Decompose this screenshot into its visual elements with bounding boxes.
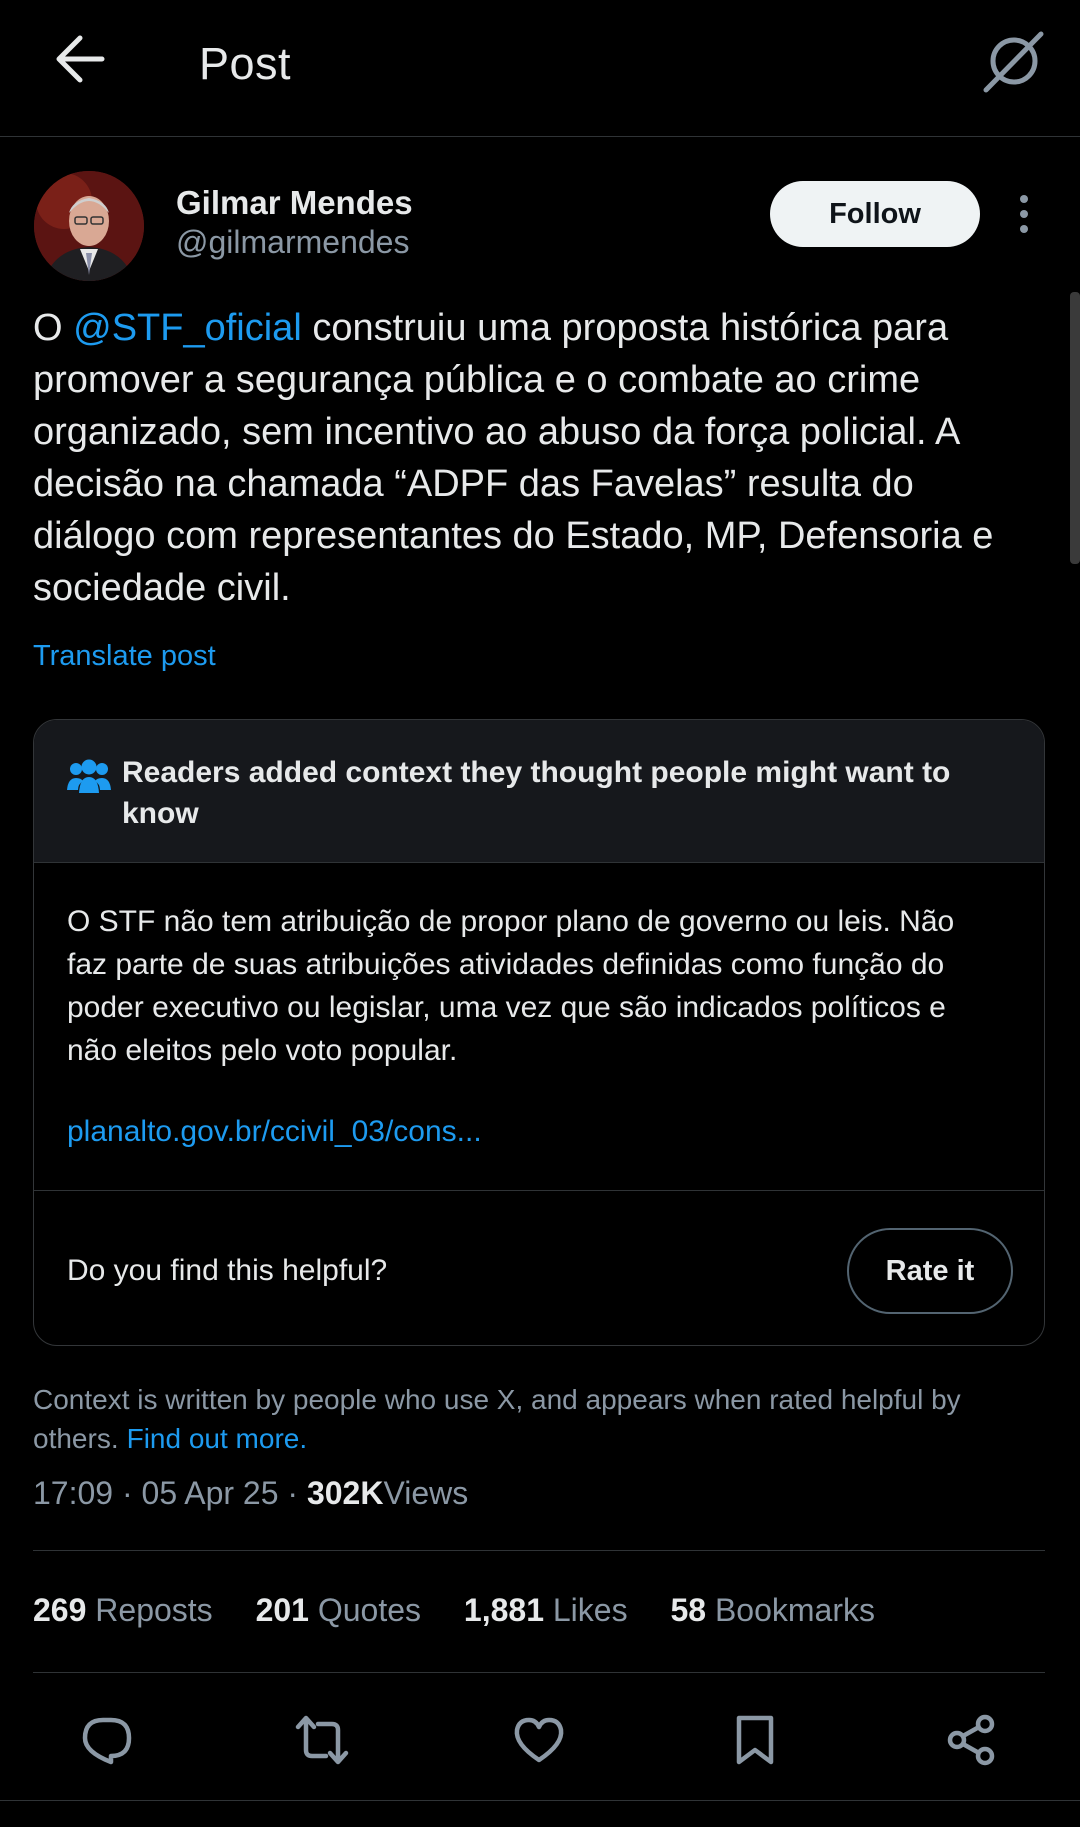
- bookmarks-label: Bookmarks: [714, 1592, 875, 1628]
- likes-stat[interactable]: 1,881 Likes: [464, 1592, 628, 1628]
- reposts-count: 269: [33, 1592, 87, 1628]
- bookmarks-count: 58: [670, 1592, 707, 1628]
- find-out-more-link[interactable]: Find out more.: [127, 1423, 308, 1454]
- post-text-rest: construiu uma proposta histórica para pr…: [33, 307, 994, 609]
- context-disclaimer: Context is written by people who use X, …: [33, 1380, 1043, 1458]
- reposts-stat[interactable]: 269 Reposts: [33, 1592, 213, 1628]
- bookmark-icon[interactable]: [725, 1710, 785, 1770]
- divider: [33, 1672, 1045, 1673]
- reposts-label: Reposts: [95, 1592, 213, 1628]
- divider: [0, 1800, 1080, 1801]
- author-name[interactable]: Gilmar Mendes: [176, 184, 413, 222]
- separator: ·: [121, 1475, 133, 1511]
- rate-it-button[interactable]: Rate it: [847, 1228, 1013, 1314]
- helpful-question: Do you find this helpful?: [67, 1254, 388, 1287]
- post-meta: 17:09 · 05 Apr 25 · 302KViews: [33, 1475, 468, 1512]
- scrollbar[interactable]: [1070, 292, 1080, 564]
- arrow-left-icon[interactable]: [50, 30, 108, 88]
- like-icon[interactable]: [509, 1710, 569, 1770]
- note-title: Readers added context they thought peopl…: [122, 756, 951, 830]
- post-text: O @STF_oficial construiu uma proposta hi…: [33, 302, 1043, 614]
- grok-icon[interactable]: [983, 28, 1045, 94]
- top-bar: [0, 0, 1080, 137]
- quotes-label: Quotes: [317, 1592, 422, 1628]
- translate-post-link[interactable]: Translate post: [33, 640, 216, 673]
- views-label: Views: [383, 1475, 469, 1511]
- page-title: Post: [199, 38, 292, 89]
- post-date: 05 Apr 25: [141, 1475, 279, 1511]
- follow-button[interactable]: Follow: [770, 181, 980, 247]
- note-source-link[interactable]: planalto.gov.br/ccivil_03/cons...: [67, 1115, 482, 1149]
- avatar[interactable]: [34, 171, 144, 281]
- quotes-count: 201: [255, 1592, 309, 1628]
- quotes-stat[interactable]: 201 Quotes: [256, 1592, 421, 1628]
- more-options-icon[interactable]: [1012, 193, 1036, 235]
- reply-icon[interactable]: [77, 1710, 137, 1770]
- engagement-stats: 269 Reposts 201 Quotes 1,881 Likes 58 Bo…: [33, 1592, 909, 1629]
- likes-count: 1,881: [463, 1592, 544, 1628]
- views-count: 302K: [306, 1475, 384, 1511]
- divider: [33, 1550, 1045, 1551]
- divider: [34, 1190, 1044, 1191]
- author-handle[interactable]: @gilmarmendes: [176, 224, 409, 261]
- post-time: 17:09: [33, 1475, 114, 1511]
- likes-label: Likes: [552, 1592, 628, 1628]
- share-icon[interactable]: [941, 1710, 1001, 1770]
- post-text-start: O: [33, 307, 74, 349]
- separator: ·: [287, 1475, 299, 1511]
- people-icon: [66, 758, 112, 794]
- note-body: O STF não tem atribuição de propor plano…: [67, 905, 955, 1067]
- community-note: Readers added context they thought peopl…: [33, 719, 1045, 1346]
- mention-link[interactable]: @STF_oficial: [73, 307, 302, 349]
- bookmarks-stat[interactable]: 58 Bookmarks: [670, 1592, 875, 1628]
- note-header: Readers added context they thought peopl…: [34, 720, 1044, 863]
- repost-icon[interactable]: [292, 1710, 352, 1770]
